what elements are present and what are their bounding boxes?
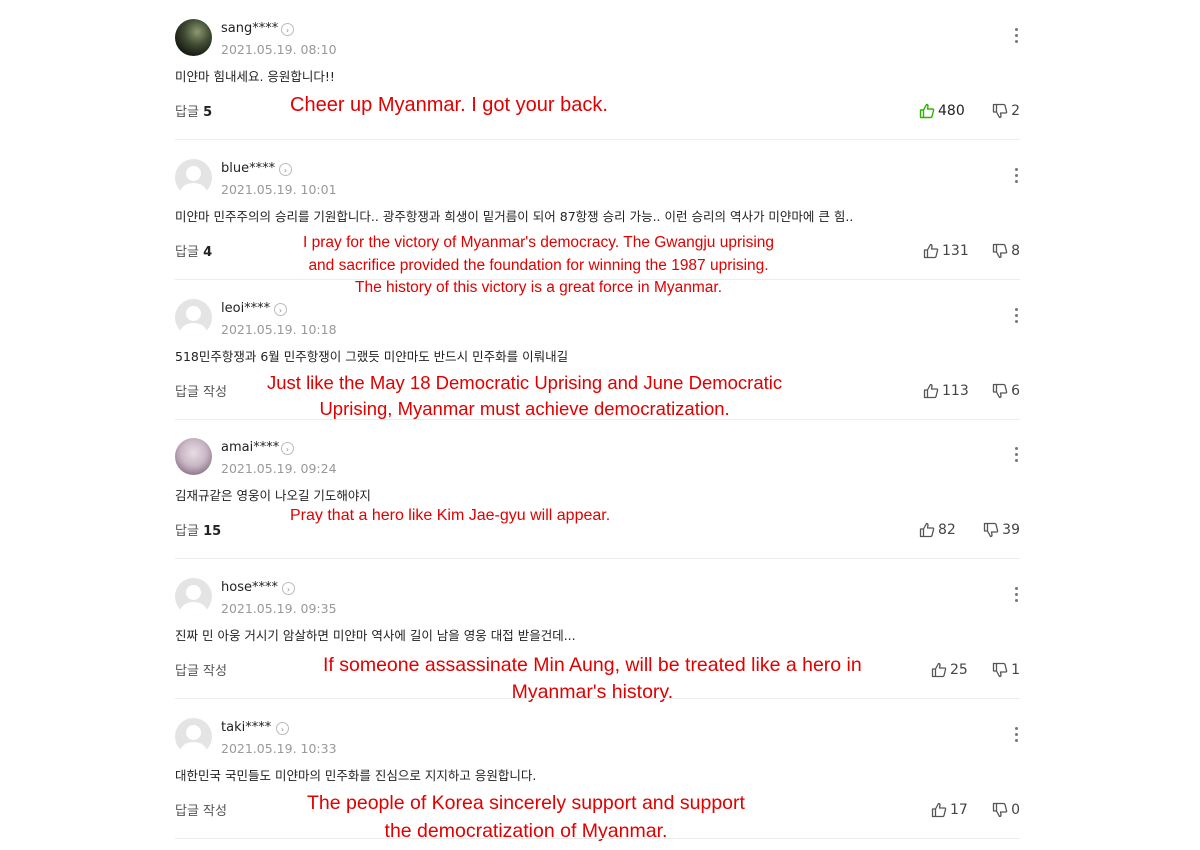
reply-button[interactable]: 답글 작성 [175, 381, 227, 400]
comment-text: 미얀마 힘내세요. 응원합니다!! [175, 69, 335, 84]
chevron-right-icon[interactable]: › [279, 163, 292, 176]
like-button[interactable]: 113 [923, 383, 969, 399]
avatar[interactable] [175, 438, 212, 475]
username[interactable]: taki**** [221, 720, 271, 735]
translation-text: The people of Korea sincerely support an… [307, 792, 745, 842]
like-count: 82 [938, 522, 956, 538]
translation-text: Pray that a hero like Kim Jae-gyu will a… [290, 507, 611, 524]
dislike-count: 2 [1011, 103, 1020, 119]
comment-date: 2021.05.19. 08:10 [221, 42, 337, 57]
reply-button[interactable]: 답글 작성 [175, 800, 227, 819]
chevron-right-icon[interactable]: › [281, 23, 294, 36]
comment-text: 미얀마 민주주의의 승리를 기원합니다.. 광주항쟁과 희생이 밑거름이 되어 … [175, 209, 854, 224]
username[interactable]: leoi**** [221, 301, 270, 316]
dislike-button[interactable]: 0 [992, 802, 1020, 818]
username[interactable]: amai**** [221, 440, 279, 455]
like-count: 131 [942, 243, 969, 259]
dislike-button[interactable]: 2 [992, 103, 1020, 119]
like-count: 17 [950, 802, 968, 818]
comment-date: 2021.05.19. 10:18 [221, 322, 337, 337]
thumbs-up-icon [923, 383, 939, 399]
dislike-button[interactable]: 6 [992, 383, 1020, 399]
chevron-right-icon[interactable]: › [274, 303, 287, 316]
translation-text: If someone assassinate Min Aung, will be… [323, 654, 862, 703]
comment-text: 518민주항쟁과 6월 민주항쟁이 그랬듯 미얀마도 반드시 민주화를 이뤄내길 [175, 349, 569, 364]
dislike-count: 1 [1011, 662, 1020, 678]
dislike-count: 39 [1002, 522, 1020, 538]
comment-text: 진짜 민 아웅 거시기 암살하면 미얀마 역사에 길이 남을 영웅 대접 받을건… [175, 628, 576, 643]
comment-item: amai**** › 2021.05.19. 09:24 김재규같은 영웅이 나… [175, 419, 1020, 559]
more-vertical-icon[interactable] [1014, 308, 1020, 326]
avatar[interactable] [175, 718, 212, 755]
like-count: 480 [938, 103, 965, 119]
reply-button[interactable]: 답글 4 [175, 241, 212, 260]
thumbs-up-icon [931, 802, 947, 818]
like-button[interactable]: 131 [923, 243, 969, 259]
username[interactable]: blue**** [221, 161, 275, 176]
dislike-count: 8 [1011, 243, 1020, 259]
comment-item: sang**** › 2021.05.19. 08:10 미얀마 힘내세요. 응… [175, 0, 1020, 140]
thumbs-up-icon [931, 662, 947, 678]
reply-button[interactable]: 답글 15 [175, 520, 221, 539]
like-count: 113 [942, 383, 969, 399]
chevron-right-icon[interactable]: › [281, 442, 294, 455]
avatar[interactable] [175, 159, 212, 196]
dislike-count: 6 [1011, 383, 1020, 399]
like-button[interactable]: 25 [931, 662, 968, 678]
like-button[interactable]: 82 [919, 522, 956, 538]
thumbs-down-icon [992, 243, 1008, 259]
comment-date: 2021.05.19. 10:33 [221, 741, 337, 756]
comment-date: 2021.05.19. 09:35 [221, 601, 337, 616]
chevron-right-icon[interactable]: › [282, 582, 295, 595]
avatar[interactable] [175, 19, 212, 56]
dislike-button[interactable]: 1 [992, 662, 1020, 678]
thumbs-down-icon [992, 383, 1008, 399]
dislike-button[interactable]: 39 [983, 522, 1020, 538]
comment-item: blue**** › 2021.05.19. 10:01 미얀마 민주주의의 승… [175, 140, 1020, 296]
like-button[interactable]: 480 [919, 103, 965, 119]
thumbs-up-icon [923, 243, 939, 259]
more-vertical-icon[interactable] [1014, 28, 1020, 46]
thumbs-down-icon [992, 103, 1008, 119]
thumbs-down-icon [983, 522, 999, 538]
translation-text: Just like the May 18 Democratic Uprising… [267, 372, 783, 419]
username[interactable]: hose**** [221, 580, 278, 595]
avatar[interactable] [175, 578, 212, 615]
comment-text: 대한민국 국민들도 미얀마의 민주화를 진심으로 지지하고 응원합니다. [175, 768, 537, 783]
more-vertical-icon[interactable] [1014, 727, 1020, 745]
comment-item: leoi**** › 2021.05.19. 10:18 518민주항쟁과 6월… [175, 280, 1020, 420]
reply-button[interactable]: 답글 작성 [175, 660, 227, 679]
comment-item: hose**** › 2021.05.19. 09:35 진짜 민 아웅 거시기… [175, 559, 1020, 703]
comment-item: taki**** › 2021.05.19. 10:33 대한민국 국민들도 미… [175, 699, 1020, 842]
dislike-button[interactable]: 8 [992, 243, 1020, 259]
avatar[interactable] [175, 299, 212, 336]
username[interactable]: sang**** [221, 21, 278, 36]
more-vertical-icon[interactable] [1014, 168, 1020, 186]
translation-text: Cheer up Myanmar. I got your back. [290, 94, 608, 116]
dislike-count: 0 [1011, 802, 1020, 818]
comment-date: 2021.05.19. 10:01 [221, 182, 337, 197]
thumbs-up-icon [919, 103, 935, 119]
like-button[interactable]: 17 [931, 802, 968, 818]
thumbs-down-icon [992, 662, 1008, 678]
comment-text: 김재규같은 영웅이 나오길 기도해야지 [175, 488, 371, 503]
comment-date: 2021.05.19. 09:24 [221, 461, 337, 476]
reply-button[interactable]: 답글 5 [175, 101, 212, 120]
thumbs-down-icon [992, 802, 1008, 818]
thumbs-up-icon [919, 522, 935, 538]
chevron-right-icon[interactable]: › [276, 722, 289, 735]
more-vertical-icon[interactable] [1014, 447, 1020, 465]
like-count: 25 [950, 662, 968, 678]
more-vertical-icon[interactable] [1014, 587, 1020, 605]
